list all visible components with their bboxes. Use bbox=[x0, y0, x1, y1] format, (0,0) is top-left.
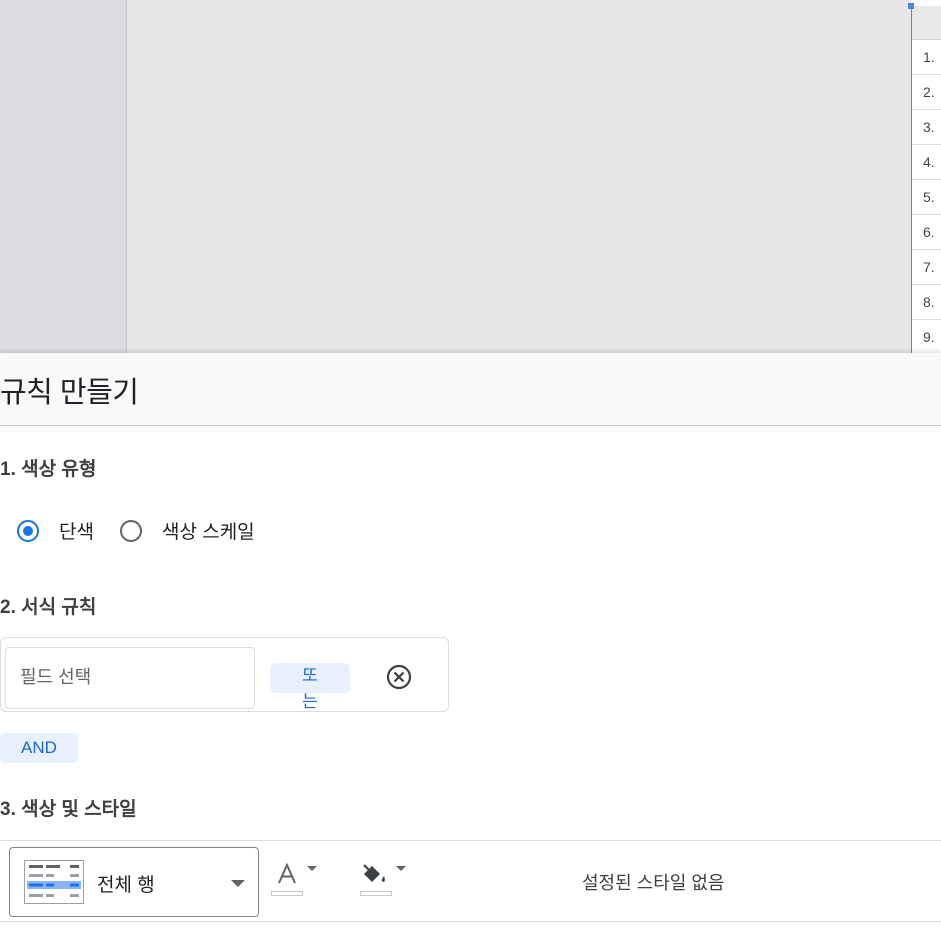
table-rows: 1. 2. 3. 4. 5. 6. 7. 8. 9. bbox=[912, 40, 941, 353]
table-row-number: 9. bbox=[912, 320, 941, 353]
remove-condition-icon[interactable] bbox=[386, 664, 412, 690]
style-preview-text: 설정된 스타일 없음 bbox=[582, 873, 725, 893]
left-gutter bbox=[0, 0, 127, 353]
table-row-number: 6. bbox=[912, 215, 941, 250]
table-chart[interactable]: 1. 2. 3. 4. 5. 6. 7. 8. 9. bbox=[911, 6, 941, 353]
table-row-number: 3. bbox=[912, 110, 941, 145]
section-color-type-title: 1. 색상 유형 bbox=[0, 459, 97, 480]
text-color-swatch bbox=[271, 891, 303, 896]
table-row-number: 2. bbox=[912, 75, 941, 110]
chevron-down-icon bbox=[307, 866, 317, 871]
table-header-row bbox=[912, 6, 941, 40]
field-select[interactable]: 필드 선택 bbox=[5, 647, 255, 709]
text-color-button[interactable] bbox=[271, 863, 321, 897]
panel-header: 규칙 만들기 bbox=[0, 353, 941, 426]
panel-title: 규칙 만들기 bbox=[0, 377, 139, 409]
color-type-radio-group: 단색 색상 스케일 bbox=[17, 517, 255, 544]
radio-single-color[interactable] bbox=[17, 519, 39, 542]
condition-row: 필드 선택 또는 bbox=[0, 637, 449, 712]
report-canvas-area: 1. 2. 3. 4. 5. 6. 7. 8. 9. bbox=[0, 0, 941, 353]
table-row-number: 7. bbox=[912, 250, 941, 285]
chevron-down-icon bbox=[396, 866, 406, 871]
apply-scope-label: 전체 행 bbox=[97, 875, 155, 896]
table-row-number: 4. bbox=[912, 145, 941, 180]
table-row-number: 8. bbox=[912, 285, 941, 320]
style-toolbar: 전체 행 설정된 스타일 없음 bbox=[0, 840, 941, 922]
table-row-number: 5. bbox=[912, 180, 941, 215]
or-button[interactable]: 또는 bbox=[270, 663, 350, 711]
section-format-rule-title: 2. 서식 규칙 bbox=[0, 597, 97, 618]
radio-color-scale[interactable] bbox=[119, 519, 142, 542]
report-canvas[interactable] bbox=[127, 0, 911, 353]
table-row-number: 1. bbox=[912, 40, 941, 75]
text-color-icon bbox=[278, 863, 296, 884]
chevron-down-icon bbox=[231, 880, 245, 887]
apply-scope-select[interactable]: 전체 행 bbox=[9, 847, 259, 917]
radio-single-color-label[interactable]: 단색 bbox=[59, 517, 94, 544]
fill-color-button[interactable] bbox=[360, 861, 412, 897]
radio-color-scale-label[interactable]: 색상 스케일 bbox=[162, 517, 255, 544]
fill-color-icon bbox=[363, 864, 385, 882]
fill-color-swatch bbox=[360, 891, 392, 896]
selection-handle[interactable] bbox=[908, 3, 914, 9]
table-rows-icon bbox=[24, 860, 84, 904]
create-rule-panel: 규칙 만들기 1. 색상 유형 단색 색상 스케일 2. 서식 규칙 필드 선택… bbox=[0, 353, 941, 940]
section-color-style-title: 3. 색상 및 스타일 bbox=[0, 799, 137, 820]
and-button[interactable]: AND bbox=[0, 733, 78, 763]
